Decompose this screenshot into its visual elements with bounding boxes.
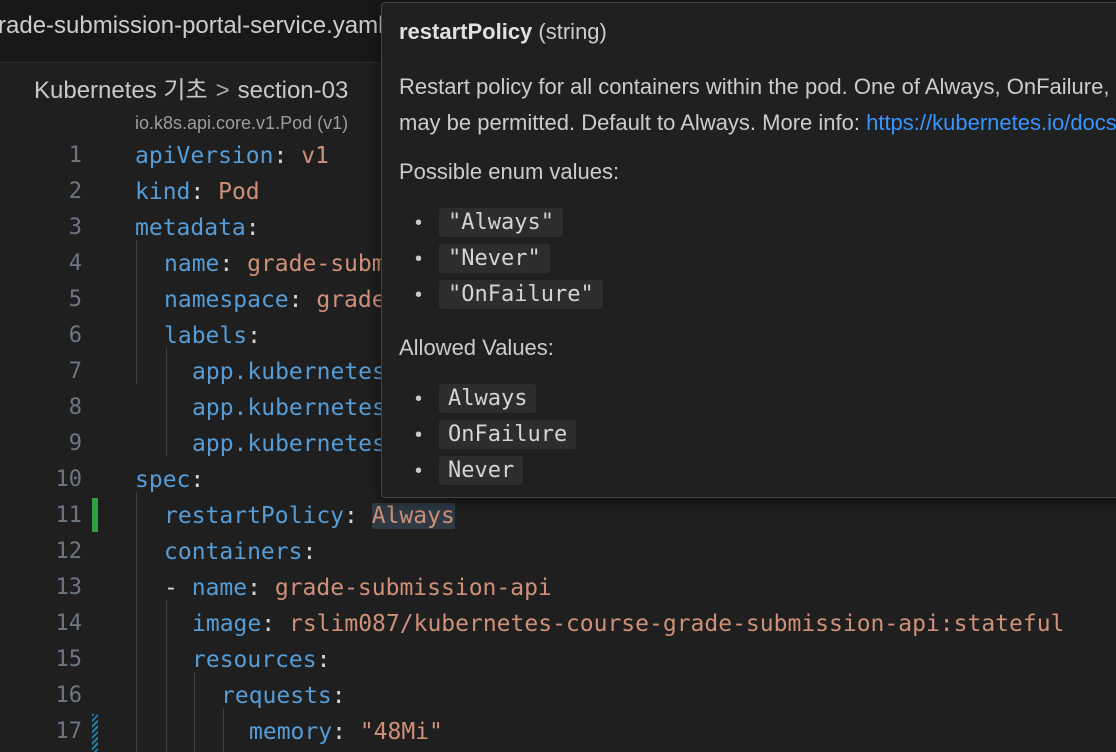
code-line: 17 memory: "48Mi" [0,714,1116,750]
breadcrumb-folder[interactable]: Kubernetes 기초 [34,77,208,104]
property-type: (string) [538,19,607,44]
yaml-key: name [164,251,220,277]
list-item: "Never" [399,241,603,277]
yaml-colon: : [344,503,358,529]
yaml-key: requests [221,683,332,709]
line-number: 13 [55,575,83,600]
yaml-key: containers [164,539,303,565]
line-number: 8 [68,395,82,420]
allowed-value: OnFailure [439,420,577,449]
hover-tooltip[interactable]: restartPolicy (string) Restart policy fo… [381,2,1116,498]
breadcrumb: Kubernetes 기초 > section-03 [34,70,348,105]
allowed-heading: Allowed Values: [399,335,554,360]
enum-value: "Always" [439,208,563,237]
schema-codelens[interactable]: io.k8s.api.core.v1.Pod (v1) [135,113,348,134]
yaml-colon: : [247,575,261,601]
allowed-value: Never [439,456,524,485]
yaml-colon: : [332,719,346,745]
line-number: 15 [55,647,83,672]
yaml-colon: : [273,143,288,169]
line-number: 17 [55,719,83,744]
enum-values-list: "Always" "Never" "OnFailure" [399,205,603,313]
hover-description: Restart policy for all containers within… [399,69,1116,141]
line-number: 4 [68,251,82,276]
allowed-value: Always [439,384,537,413]
hovered-value[interactable]: Always [371,503,455,529]
yaml-key: labels [164,323,248,349]
yaml-colon: : [288,287,303,313]
list-item: Never [399,453,576,489]
line-number: 16 [55,683,83,708]
line-number: 6 [68,323,82,348]
editor-tab[interactable]: rade-submission-portal-service.yaml [0,12,383,40]
line-number: 12 [55,539,83,564]
yaml-key: apiVersion [135,143,274,169]
yaml-key: name [191,575,248,601]
code-line: 12 containers: [0,534,1116,570]
yaml-dash: - [164,575,178,601]
enum-heading: Possible enum values: [399,159,620,184]
allowed-values-list: Always OnFailure Never [399,381,577,489]
description-text: may be permitted. Default to Always. Mor… [399,110,867,135]
yaml-colon: : [316,647,331,673]
yaml-colon: : [190,179,205,205]
more-info-link[interactable]: https://kubernetes.io/docs/concepts/work… [866,110,1116,135]
yaml-key: resources [192,647,317,673]
yaml-value: "48Mi" [359,719,443,745]
list-item: Always [399,381,576,417]
line-number: 5 [68,287,82,312]
enum-value: "Never" [439,244,550,273]
yaml-key: image [192,611,262,637]
yaml-value: Pod [218,179,260,205]
description-line: Restart policy for all containers within… [399,74,1116,99]
line-number: 11 [55,503,83,528]
list-item: "OnFailure" [399,277,603,313]
yaml-key: kind [135,179,191,205]
yaml-colon: : [245,215,260,241]
yaml-key: memory [249,719,333,745]
line-number: 2 [68,179,82,204]
line-number: 14 [55,611,83,636]
yaml-colon: : [261,611,276,637]
line-number: 10 [55,467,83,492]
line-number: 3 [68,215,82,240]
yaml-value: v1 [301,143,329,169]
enum-value: "OnFailure" [439,280,603,309]
code-line: 13 - name: grade-submission-api [0,570,1116,606]
code-line: 14 image: rslim087/kubernetes-course-gra… [0,606,1116,642]
code-line: 11 restartPolicy: Always [0,498,1116,534]
hover-title: restartPolicy (string) [399,19,607,45]
yaml-value: rslim087/kubernetes-course-grade-submiss… [288,611,1065,637]
chevron-right-icon: > [215,77,230,104]
yaml-key: namespace [164,287,289,313]
yaml-colon: : [247,323,261,349]
list-item: OnFailure [399,417,577,453]
editor-tab-label: rade-submission-portal-service.yaml [0,12,384,39]
yaml-colon: : [302,539,317,565]
list-item: "Always" [399,205,603,241]
line-number: 1 [68,143,82,168]
description-line: may be permitted. Default to Always. Mor… [399,105,1116,141]
breadcrumb-subfolder[interactable]: section-03 [238,77,349,104]
yaml-colon: : [190,467,205,493]
yaml-colon: : [331,683,346,709]
code-line: 15 resources: [0,642,1116,678]
yaml-key: restartPolicy [164,503,345,529]
code-line: 16 requests: [0,678,1116,714]
yaml-value: grade-submission-api [274,575,552,601]
line-number: 9 [68,431,82,456]
yaml-colon: : [219,251,234,277]
line-number: 7 [68,359,82,384]
yaml-key: metadata [135,215,246,241]
yaml-key: spec [135,467,191,493]
property-name: restartPolicy [399,19,533,44]
